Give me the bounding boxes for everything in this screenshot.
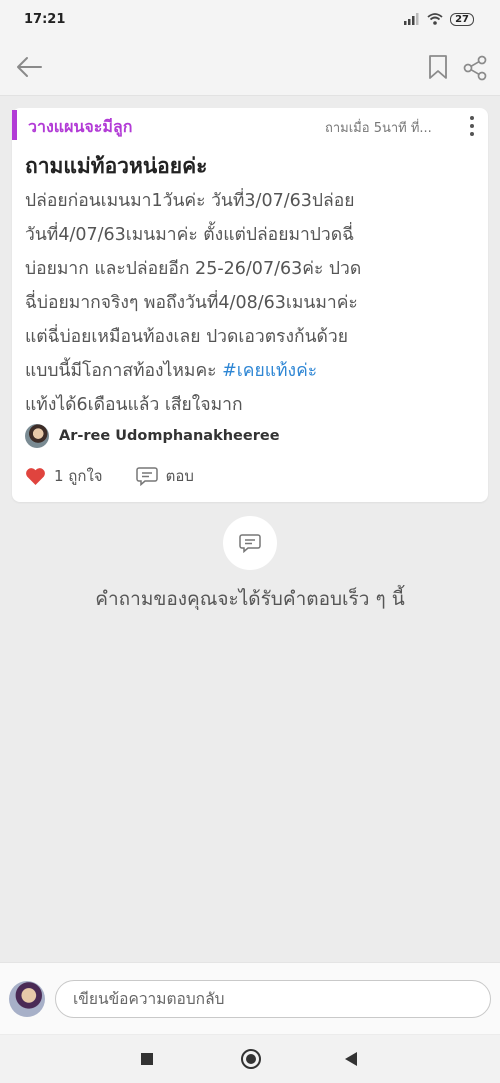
back-arrow-icon[interactable]: [14, 52, 44, 82]
battery-icon: 27: [450, 12, 474, 26]
empty-state-message: คำถามของคุณจะได้รับคำตอบเร็ว ๆ นี้: [95, 588, 405, 610]
author-avatar: [25, 424, 49, 448]
author-name: Ar-ree Udomphanakheeree: [59, 428, 280, 444]
question-card: วางแผนจะมีลูก ถามเมื่อ 5นาที ที่... ถามแ…: [12, 108, 488, 502]
category-accent-bar: [12, 110, 17, 140]
body-line: แบบนี้มีโอกาสท้องไหมคะ #เคยแท้งค่ะ: [25, 354, 480, 388]
empty-state-icon-circle: [223, 516, 277, 570]
nav-back-icon[interactable]: [345, 1052, 357, 1066]
signal-icon: [404, 13, 419, 25]
hashtag-link[interactable]: #เคยแท้งค่ะ: [222, 361, 317, 381]
bookmark-icon[interactable]: [427, 52, 449, 82]
reply-label: ตอบ: [165, 467, 194, 485]
recents-icon[interactable]: [141, 1053, 153, 1065]
category-label[interactable]: วางแผนจะมีลูก: [28, 115, 132, 140]
user-avatar: [9, 981, 45, 1017]
body-line: บ่อยมาก และปล่อยอีก 25-26/07/63ค่ะ ปวด: [25, 259, 362, 279]
wifi-icon: [427, 13, 443, 25]
body-line-text: แบบนี้มีโอกาสท้องไหมคะ: [25, 361, 223, 381]
home-icon[interactable]: [241, 1049, 261, 1069]
body-line: วันที่4/07/63เมนมาค่ะ ตั้งแต่ปล่อยมาปวดฉ…: [25, 225, 355, 245]
app-bar: [0, 38, 500, 96]
question-title: ถามแม่ท้อวหน่อยค่ะ: [25, 154, 208, 178]
body-line: แต่ฉี่บ่อยเหมือนท้องเลย ปวดเอวตรงก้นด้วย: [25, 327, 349, 347]
heart-icon: [26, 467, 45, 485]
more-options-icon[interactable]: [466, 114, 478, 138]
question-body: ปล่อยก่อนเมนมา1วันค่ะ วันที่3/07/63ปล่อย…: [25, 184, 480, 422]
like-count: 1 ถูกใจ: [54, 467, 103, 485]
body-line: ฉี่บ่อยมากจริงๆ พอถึงวันที่4/08/63เมนมาค…: [25, 293, 358, 313]
compose-bar: [0, 962, 500, 1034]
like-button[interactable]: 1 ถูกใจ: [25, 464, 103, 488]
system-nav-bar: [0, 1035, 500, 1083]
asked-time: ถามเมื่อ 5นาที ที่...: [325, 121, 432, 136]
body-line: แท้งได้6เดือนแล้ว เสียใจมาก: [25, 395, 243, 415]
body-line: ปล่อยก่อนเมนมา1วันค่ะ วันที่3/07/63ปล่อย: [25, 191, 355, 211]
reply-button[interactable]: ตอบ: [135, 464, 194, 488]
status-time: 17:21: [24, 11, 66, 27]
author-row[interactable]: Ar-ree Udomphanakheeree: [25, 424, 280, 448]
question-actions: 1 ถูกใจ ตอบ: [25, 464, 194, 488]
status-bar: 17:21 27: [0, 0, 500, 38]
share-icon[interactable]: [461, 54, 489, 82]
reply-input[interactable]: [55, 980, 491, 1018]
status-icons: 27: [404, 12, 474, 26]
comment-icon: [239, 534, 261, 553]
comment-icon: [135, 467, 158, 486]
